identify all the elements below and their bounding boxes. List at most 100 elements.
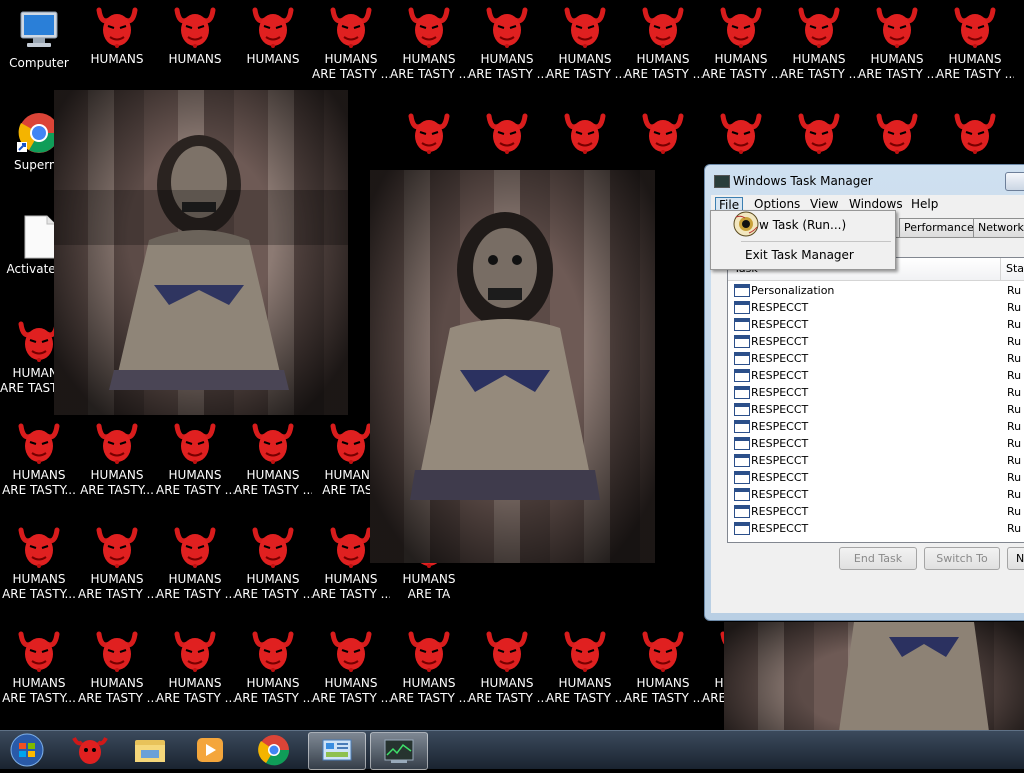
red-devil-icon [174,527,216,568]
humans-are-tasty-icon[interactable]: HUMANS ARE TASTY... [78,420,156,498]
humans-are-tasty-icon[interactable]: HUMANS ARE TASTY ... [702,4,780,82]
taskbar-media-player[interactable] [182,732,238,768]
red-devil-icon [96,423,138,464]
red-devil-icon [174,423,216,464]
icon-label: HUMANS ARE TASTY ... [390,52,468,81]
new-task-button[interactable]: Ne [1007,547,1024,570]
humans-are-tasty-icon[interactable]: HUMANS ARE TASTY... [0,524,78,602]
humans-are-tasty-icon[interactable]: HUMANS ARE TASTY ... [234,524,312,602]
task-row[interactable]: RESPECCT Ru [728,401,1024,418]
menu-view[interactable]: View [807,197,841,211]
red-devil-icon [798,113,840,154]
task-row[interactable]: RESPECCT Ru [728,299,1024,316]
red-devil-icon [408,631,450,672]
taskbar [0,730,1024,770]
task-row[interactable]: RESPECCT Ru [728,316,1024,333]
humans-are-tasty-icon[interactable] [468,110,546,158]
humans-are-tasty-icon[interactable]: HUMANS ARE TASTY ... [468,4,546,82]
task-list[interactable]: Task Sta PersonalizationRuRESPECCTRuRESP… [727,257,1024,543]
humans-are-tasty-icon[interactable]: HUMANS ARE TASTY ... [624,628,702,706]
window-title: Windows Task Manager [733,174,873,188]
title-bar[interactable]: Windows Task Manager [705,165,1024,195]
task-row[interactable]: RESPECCT Ru [728,384,1024,401]
menu-help[interactable]: Help [908,197,941,211]
taskbar-chrome[interactable] [246,732,302,768]
humans-are-tasty-icon[interactable]: HUMANS [234,4,312,67]
task-row[interactable]: RESPECCT Ru [728,367,1024,384]
task-name: RESPECCT [751,471,809,484]
humans-are-tasty-icon[interactable] [858,110,936,158]
task-row[interactable]: RESPECCT Ru [728,350,1024,367]
task-row[interactable]: RESPECCT Ru [728,452,1024,469]
humans-are-tasty-icon[interactable]: HUMANS ARE TASTY ... [546,628,624,706]
red-devil-icon [954,7,996,48]
taskbar-task-manager[interactable] [370,732,428,770]
taskbar-explorer[interactable] [122,732,178,768]
task-row[interactable]: RESPECCT Ru [728,503,1024,520]
task-row[interactable]: RESPECCT Ru [728,486,1024,503]
computer-label: Computer [9,56,69,70]
file-explorer-icon [135,740,165,762]
red-devil-icon [330,527,372,568]
humans-are-tasty-icon[interactable]: HUMANS ARE TASTY ... [156,524,234,602]
taskbar-devil[interactable] [62,732,118,768]
humans-are-tasty-icon[interactable]: HUMANS ARE TASTY ... [78,628,156,706]
taskbar-control-panel[interactable] [308,732,366,770]
task-status: Ru [1007,284,1022,297]
task-row[interactable]: RESPECCT Ru [728,520,1024,537]
icon-label: HUMANS ARE TASTY ... [468,52,546,81]
menu-item-exit[interactable]: Exit Task Manager [745,248,854,262]
menu-windows[interactable]: Windows [846,197,906,211]
humans-are-tasty-icon[interactable]: HUMANS ARE TASTY ... [390,628,468,706]
start-button[interactable] [2,732,52,768]
tab-performance[interactable]: Performance [899,218,979,237]
icon-label: HUMANS ARE TASTY ... [468,676,546,705]
task-row[interactable]: RESPECCT Ru [728,435,1024,452]
humans-are-tasty-icon[interactable]: HUMANS ARE TASTY ... [546,4,624,82]
humans-are-tasty-icon[interactable]: HUMANS ARE TASTY ... [858,4,936,82]
minimize-button[interactable] [1005,172,1024,191]
humans-are-tasty-icon[interactable]: HUMANS ARE TASTY ... [936,4,1014,82]
humans-are-tasty-icon[interactable]: HUMANS ARE TASTY ... [78,524,156,602]
humans-are-tasty-icon[interactable] [702,110,780,158]
red-devil-icon [252,631,294,672]
humans-are-tasty-icon[interactable]: HUMANS ARE TASTY ... [624,4,702,82]
computer-desktop-icon[interactable]: Computer [0,8,78,71]
switch-to-button[interactable]: Switch To [924,547,1000,570]
humans-are-tasty-icon[interactable]: HUMANS ARE TASTY ... [234,628,312,706]
task-row[interactable]: RESPECCT Ru [728,418,1024,435]
humans-are-tasty-icon[interactable]: HUMANS ARE TASTY ... [156,420,234,498]
humans-are-tasty-icon[interactable]: HUMANS ARE TASTY... [0,628,78,706]
humans-are-tasty-icon[interactable]: HUMANS ARE TASTY ... [312,628,390,706]
humans-are-tasty-icon[interactable]: HUMANS ARE TASTY... [0,420,78,498]
humans-are-tasty-icon[interactable]: HUMANS ARE TASTY ... [390,4,468,82]
window-app-icon [734,488,750,501]
humans-are-tasty-icon[interactable]: HUMANS [78,4,156,67]
humans-are-tasty-icon[interactable]: HUMANS ARE TASTY ... [780,4,858,82]
task-name: RESPECCT [751,522,809,535]
red-devil-icon [96,7,138,48]
humans-are-tasty-icon[interactable]: HUMANS ARE TASTY ... [234,420,312,498]
humans-are-tasty-icon[interactable]: HUMANS ARE TASTY ... [312,4,390,82]
task-row[interactable]: RESPECCT Ru [728,333,1024,350]
red-devil-icon [330,631,372,672]
task-status: Ru [1007,488,1022,501]
humans-are-tasty-icon[interactable]: HUMANS ARE TASTY ... [468,628,546,706]
humans-are-tasty-icon[interactable] [780,110,858,158]
icon-label: HUMANS ARE TA [402,572,456,601]
humans-are-tasty-icon[interactable] [390,110,468,158]
task-row[interactable]: RESPECCT Ru [728,469,1024,486]
red-devil-icon [408,113,450,154]
column-status[interactable]: Sta [1006,262,1024,275]
task-row[interactable]: Personalization Ru [728,282,1024,299]
humans-are-tasty-icon[interactable] [546,110,624,158]
humans-are-tasty-icon[interactable] [624,110,702,158]
tab-networking[interactable]: Networkin [973,218,1024,237]
humans-are-tasty-icon[interactable]: HUMANS ARE TASTY ... [156,628,234,706]
task-status: Ru [1007,335,1022,348]
menu-item-new-task[interactable]: w Task (Run...) [759,218,846,232]
icon-label: HUMANS ARE TASTY ... [234,676,312,705]
humans-are-tasty-icon[interactable] [936,110,1014,158]
end-task-button[interactable]: End Task [839,547,917,570]
humans-are-tasty-icon[interactable]: HUMANS [156,4,234,67]
